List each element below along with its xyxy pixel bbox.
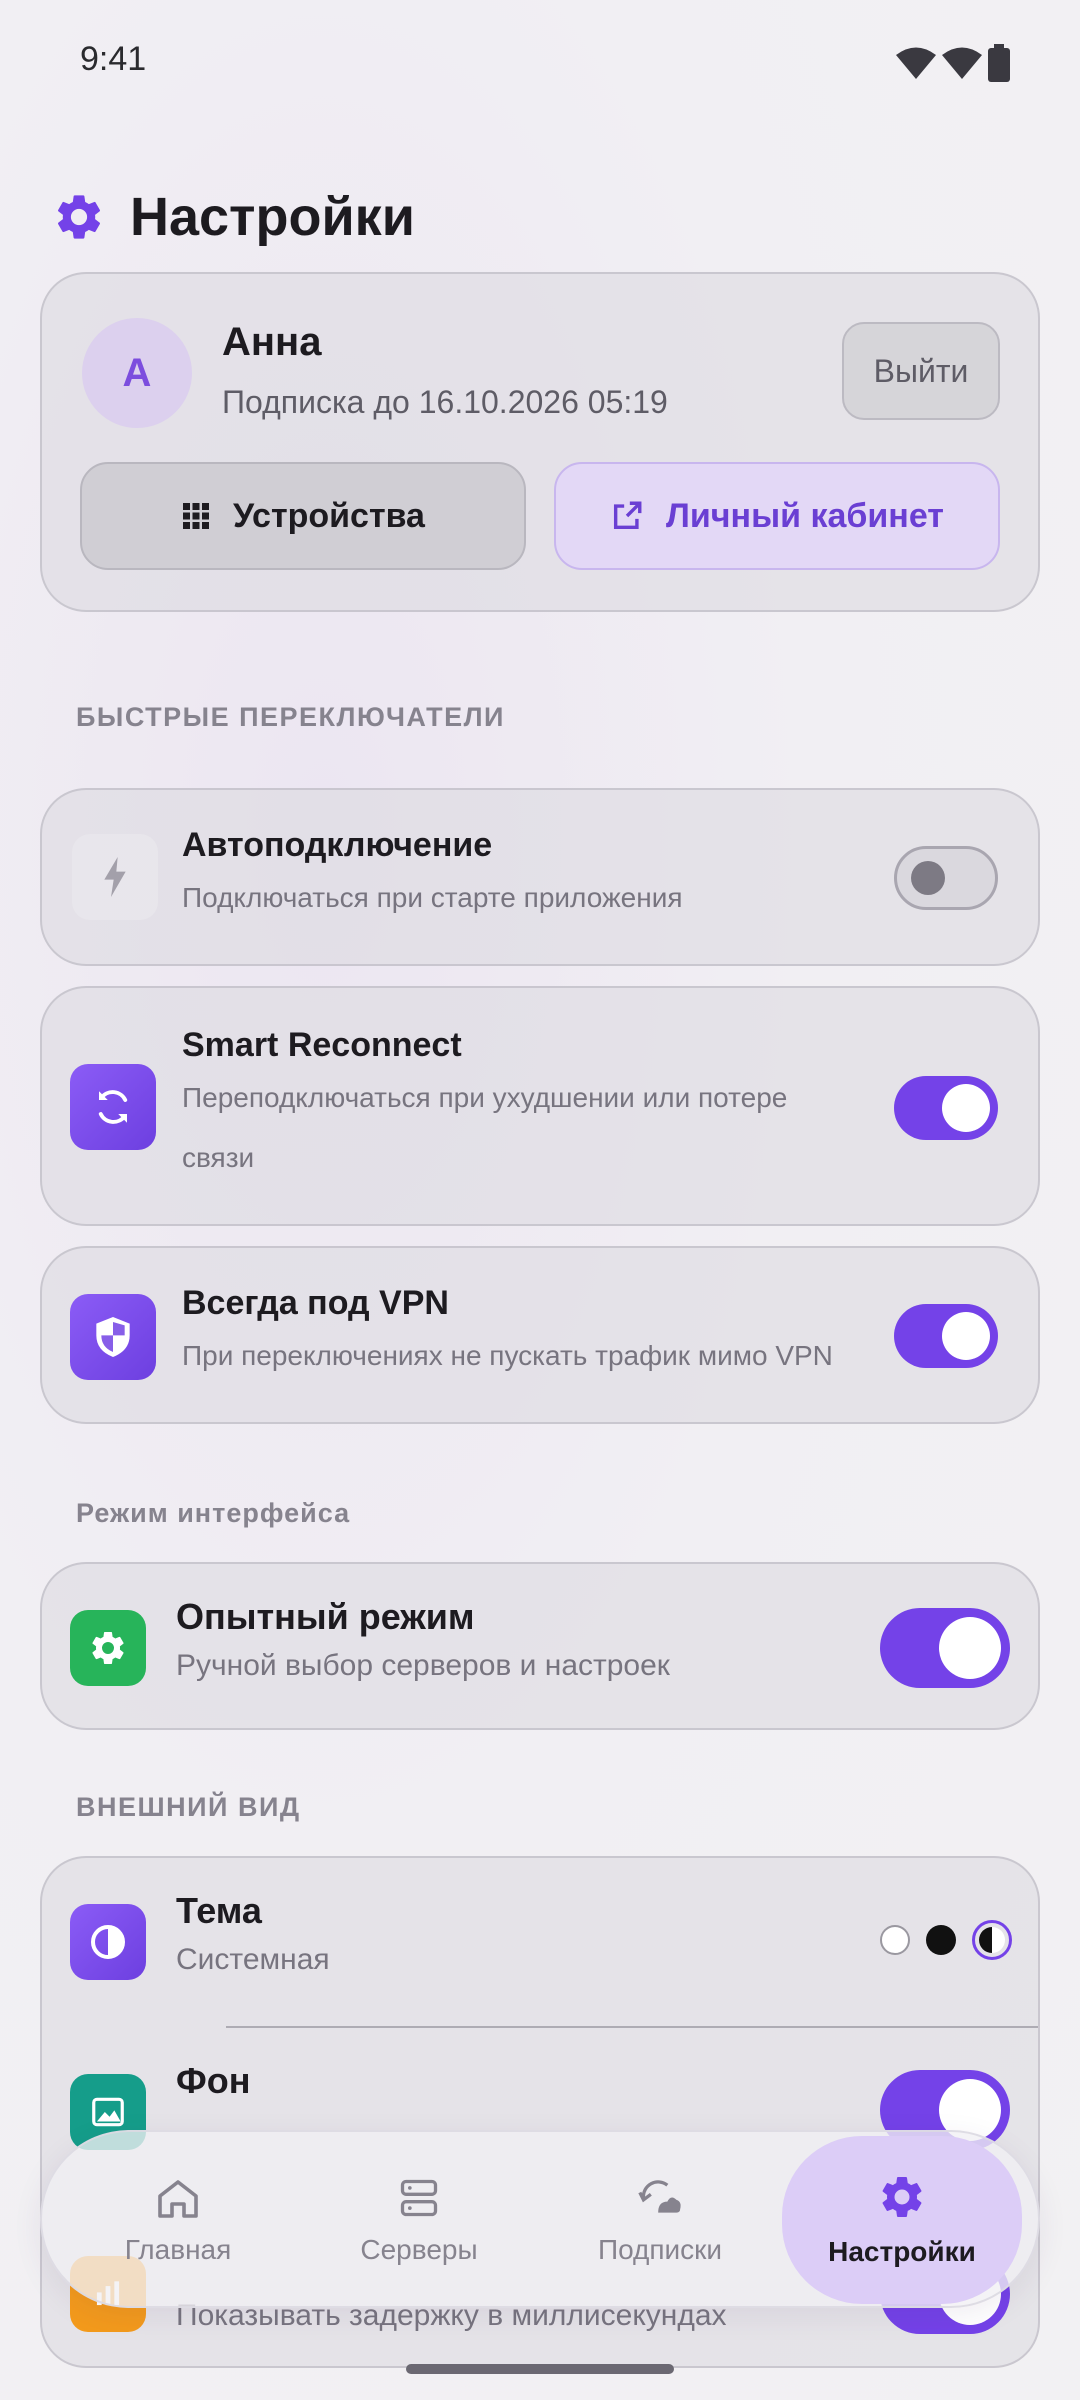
- servers-icon: [400, 2179, 438, 2217]
- smart-reconnect-subtitle-1: Переподключаться при ухудшении или потер…: [182, 1082, 788, 1113]
- nav-subscriptions[interactable]: Подписки: [540, 2132, 780, 2310]
- personal-cabinet-button[interactable]: Личный кабинет: [554, 462, 1000, 570]
- signal-icon: [942, 47, 982, 79]
- always-vpn-subtitle: При переключениях не пускать трафик мимо…: [182, 1340, 833, 1371]
- avatar: А: [82, 318, 192, 428]
- nav-settings[interactable]: Настройки: [782, 2136, 1022, 2304]
- grid-icon: [183, 503, 210, 529]
- theme-system-option[interactable]: [972, 1920, 1012, 1960]
- sync-icon: [70, 1064, 156, 1150]
- devices-label: Устройства: [233, 496, 425, 535]
- gear-icon: [70, 1610, 146, 1686]
- smart-reconnect-title: Smart Reconnect: [182, 1026, 462, 1064]
- always-vpn-row: Всегда под VPN При переключениях не пуск…: [40, 1246, 1040, 1424]
- smart-reconnect-row: Smart Reconnect Переподключаться при уху…: [40, 986, 1040, 1226]
- theme-title: Тема: [176, 1890, 262, 1931]
- shield-icon: [70, 1294, 156, 1380]
- smart-reconnect-subtitle-2: связи: [182, 1142, 255, 1173]
- section-quick-toggles: БЫСТРЫЕ ПЕРЕКЛЮЧАТЕЛИ: [76, 702, 505, 732]
- account-card: А Анна Подписка до 16.10.2026 05:19 Выйт…: [40, 272, 1040, 612]
- theme-value: Системная: [176, 1943, 330, 1976]
- lightning-icon: [72, 834, 158, 920]
- section-interface-mode: Режим интерфейса: [76, 1498, 351, 1528]
- autoconnect-subtitle: Подключаться при старте приложения: [182, 882, 683, 913]
- autoconnect-row: Автоподключение Подключаться при старте …: [40, 788, 1040, 966]
- always-vpn-title: Всегда под VPN: [182, 1284, 449, 1322]
- section-appearance: ВНЕШНИЙ ВИД: [76, 1792, 301, 1822]
- autoconnect-switch[interactable]: [894, 846, 998, 910]
- theme-selector: [880, 1920, 1012, 1960]
- nav-settings-label: Настройки: [828, 2236, 976, 2267]
- battery-icon: [988, 44, 1010, 82]
- nav-servers[interactable]: Серверы: [299, 2132, 539, 2310]
- logout-button[interactable]: Выйти: [842, 322, 1000, 420]
- contrast-icon: [70, 1904, 146, 1980]
- page-header: Настройки: [52, 186, 415, 248]
- always-vpn-switch[interactable]: [894, 1304, 998, 1368]
- theme-light-option[interactable]: [880, 1925, 910, 1955]
- expert-mode-title: Опытный режим: [176, 1596, 475, 1637]
- expert-mode-switch[interactable]: [880, 1608, 1010, 1688]
- half-circle-icon: [979, 1927, 1005, 1953]
- bottom-nav: Главная Серверы Подписки Настройки: [40, 2130, 1040, 2308]
- status-icons: [896, 44, 1010, 82]
- user-name: Анна: [222, 320, 322, 364]
- nav-home[interactable]: Главная: [58, 2132, 298, 2310]
- subscriptions-icon: [638, 2180, 681, 2213]
- home-icon: [158, 2180, 198, 2218]
- external-link-icon: [614, 501, 642, 530]
- background-title: Фон: [176, 2060, 251, 2101]
- status-bar: 9:41: [0, 0, 1080, 126]
- expert-mode-subtitle: Ручной выбор серверов и настроек: [176, 1649, 670, 1682]
- nav-subscriptions-label: Подписки: [597, 2234, 723, 2265]
- theme-dark-option[interactable]: [926, 1925, 956, 1955]
- nav-home-label: Главная: [124, 2234, 232, 2265]
- gear-icon: [57, 195, 101, 239]
- cabinet-label: Личный кабинет: [666, 496, 944, 535]
- home-indicator: [406, 2364, 674, 2374]
- gear-icon: [882, 2177, 922, 2217]
- autoconnect-title: Автоподключение: [182, 826, 493, 864]
- divider: [226, 2026, 1038, 2028]
- subscription-expiry: Подписка до 16.10.2026 05:19: [222, 384, 668, 420]
- nav-servers-label: Серверы: [360, 2234, 478, 2265]
- status-time: 9:41: [80, 40, 147, 78]
- devices-button[interactable]: Устройства: [80, 462, 526, 570]
- page-title: Настройки: [130, 187, 415, 247]
- wifi-icon: [896, 47, 936, 79]
- smart-reconnect-switch[interactable]: [894, 1076, 998, 1140]
- expert-mode-row: Опытный режим Ручной выбор серверов и на…: [40, 1562, 1040, 1730]
